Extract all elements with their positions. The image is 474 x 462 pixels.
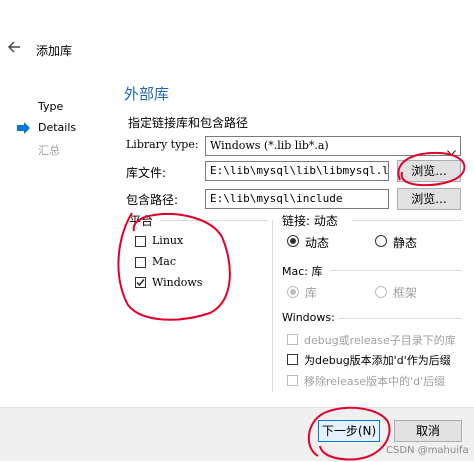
- platform-vertical-divider: [272, 220, 273, 392]
- platform-mac-checkbox[interactable]: [135, 257, 146, 268]
- linkage-dynamic-radio[interactable]: [287, 235, 299, 247]
- step-summary: 汇总: [38, 144, 60, 157]
- windows-debug-suffix-checkbox[interactable]: [287, 354, 298, 365]
- linkage-dynamic-label[interactable]: 动态: [305, 234, 329, 251]
- windows-debug-suffix-label[interactable]: 为debug版本添加'd'作为后缀: [304, 352, 464, 368]
- subtitle: 指定链接库和包含路径: [128, 116, 249, 130]
- mac-library-radio[interactable]: [287, 286, 299, 298]
- mac-library-label[interactable]: 库: [305, 284, 317, 301]
- platform-windows-label[interactable]: Windows: [152, 276, 202, 289]
- platform-label: 平台: [129, 214, 154, 228]
- platform-linux-label[interactable]: Linux: [152, 234, 183, 247]
- windows-label: Windows:: [282, 311, 335, 324]
- library-file-browse-button[interactable]: 浏览...: [397, 160, 461, 182]
- linkage-static-radio[interactable]: [375, 235, 387, 247]
- windows-remove-suffix-label[interactable]: 移除release版本中的'd'后缀: [304, 373, 464, 389]
- library-type-select[interactable]: Windows (*.lib lib*.a): [205, 136, 461, 156]
- mac-framework-label[interactable]: 框架: [393, 284, 417, 301]
- platform-mac-label[interactable]: Mac: [152, 255, 176, 268]
- windows-subdir-label[interactable]: debug或release子目录下的库: [304, 332, 456, 348]
- step-type: Type: [38, 100, 64, 113]
- step-details: Details: [38, 121, 77, 134]
- platform-windows-checkbox[interactable]: [135, 277, 146, 288]
- platform-linux-checkbox[interactable]: [135, 236, 146, 247]
- watermark: CSDN @mahuifa: [386, 445, 469, 456]
- library-file-label: 库文件:: [126, 166, 167, 180]
- include-path-label: 包含路径:: [126, 193, 179, 207]
- mac-framework-radio[interactable]: [375, 286, 387, 298]
- linkage-static-label[interactable]: 静态: [393, 234, 417, 251]
- linkage-divider: [352, 220, 462, 221]
- section-title: 外部库: [124, 85, 170, 103]
- next-button[interactable]: 下一步(N): [318, 420, 380, 442]
- library-type-label: Library type:: [126, 138, 199, 151]
- include-path-input[interactable]: E:\lib\mysql\include: [205, 189, 389, 209]
- back-arrow-icon[interactable]: [6, 40, 22, 54]
- cancel-button[interactable]: 取消: [394, 420, 462, 442]
- dialog-title: 添加库: [36, 44, 73, 58]
- library-file-input[interactable]: E:\lib\mysql\lib\libmysql.lib: [205, 161, 389, 181]
- checkmark-icon: [136, 279, 145, 287]
- windows-remove-suffix-checkbox[interactable]: [287, 375, 298, 386]
- include-path-browse-button[interactable]: 浏览...: [397, 188, 461, 210]
- platform-divider: [160, 220, 268, 221]
- chevron-down-icon: [447, 144, 456, 155]
- library-type-value: Windows (*.lib lib*.a): [210, 139, 329, 152]
- linkage-label: 链接: 动态: [282, 214, 338, 228]
- mac-label: Mac: 库: [282, 265, 323, 278]
- windows-divider: [338, 318, 462, 319]
- current-step-arrow-icon: [17, 122, 31, 134]
- mac-divider: [330, 270, 462, 271]
- windows-subdir-checkbox[interactable]: [287, 334, 298, 345]
